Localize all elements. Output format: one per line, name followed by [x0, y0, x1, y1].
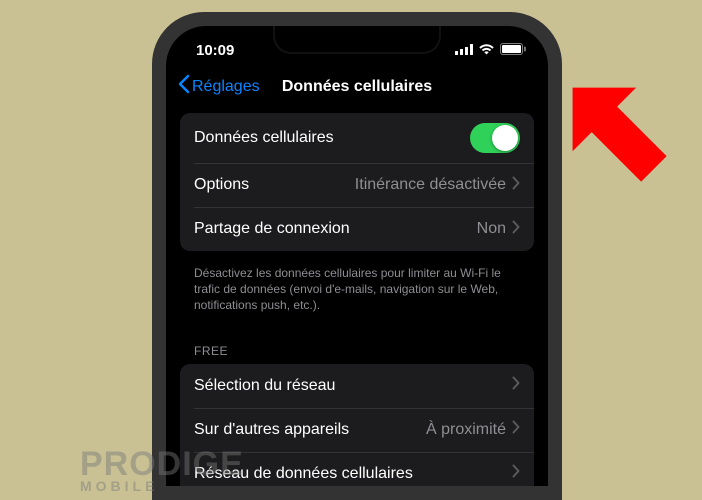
signal-icon: [455, 42, 473, 59]
row-label: Options: [194, 176, 249, 194]
row-options[interactable]: Options Itinérance désactivée: [180, 163, 534, 207]
row-value: Itinérance désactivée: [355, 176, 506, 194]
row-label: Sélection du réseau: [194, 377, 335, 395]
cellular-footer-text: Désactivez les données cellulaires pour …: [180, 259, 534, 332]
row-network-selection[interactable]: Sélection du réseau: [180, 364, 534, 408]
annotation-arrow: [550, 60, 680, 205]
notch: [273, 26, 441, 54]
settings-group-main: Données cellulaires Options Itinérance d…: [180, 113, 534, 251]
battery-icon: [500, 42, 526, 59]
chevron-right-icon: [512, 376, 520, 395]
back-label: Réglages: [192, 78, 260, 96]
wifi-icon: [478, 42, 495, 59]
switch-knob: [492, 125, 518, 151]
settings-group-carrier: Sélection du réseau Sur d'autres apparei…: [180, 364, 534, 486]
row-label: Réseau de données cellulaires: [194, 465, 413, 483]
row-value: À proximité: [426, 421, 506, 439]
chevron-left-icon: [178, 74, 190, 99]
row-label: Partage de connexion: [194, 220, 350, 238]
screen: 10:09 Réglages Données cellulai: [166, 26, 548, 486]
row-cellular-data[interactable]: Données cellulaires: [180, 113, 534, 163]
row-other-devices[interactable]: Sur d'autres appareils À proximité: [180, 408, 534, 452]
chevron-right-icon: [512, 220, 520, 239]
chevron-right-icon: [512, 420, 520, 439]
row-label: Données cellulaires: [194, 129, 334, 147]
chevron-right-icon: [512, 176, 520, 195]
carrier-section-header: FREE: [180, 332, 534, 364]
chevron-right-icon: [512, 464, 520, 483]
cellular-data-toggle[interactable]: [470, 123, 520, 153]
row-value: Non: [477, 220, 506, 238]
page-title: Données cellulaires: [282, 78, 432, 96]
navigation-bar: Réglages Données cellulaires: [166, 64, 548, 113]
back-button[interactable]: Réglages: [178, 74, 260, 99]
phone-frame: 10:09 Réglages Données cellulai: [152, 12, 562, 500]
status-time: 10:09: [196, 42, 234, 59]
row-cellular-data-network[interactable]: Réseau de données cellulaires: [180, 452, 534, 486]
row-hotspot[interactable]: Partage de connexion Non: [180, 207, 534, 251]
row-label: Sur d'autres appareils: [194, 421, 349, 439]
